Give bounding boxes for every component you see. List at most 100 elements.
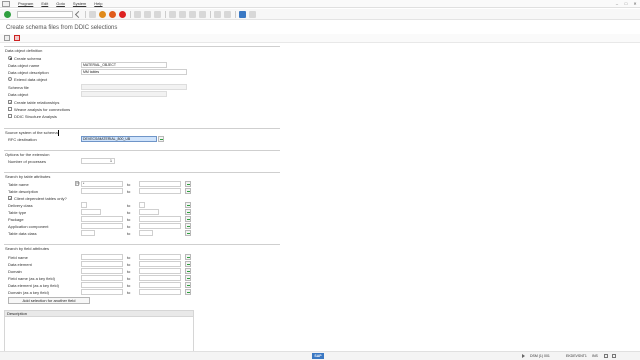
multiple-selection-icon[interactable]	[185, 181, 191, 187]
table-name-from-field[interactable]: *	[81, 181, 123, 187]
rfc-value-help-button[interactable]	[158, 136, 164, 142]
create-schema-radio[interactable]	[8, 56, 12, 60]
new-session-icon[interactable]	[214, 10, 221, 18]
table-type-to-field[interactable]	[139, 209, 159, 215]
table-data-class-from-field[interactable]	[81, 230, 95, 236]
previous-page-icon[interactable]	[179, 10, 186, 18]
table-type-from-field[interactable]	[81, 209, 101, 215]
enter-check-icon[interactable]	[4, 10, 11, 18]
toolbar-separator	[130, 10, 131, 18]
minimize-icon[interactable]: –	[614, 1, 620, 6]
extend-data-object-radio[interactable]	[8, 77, 12, 81]
multiple-selection-icon[interactable]	[185, 209, 191, 215]
sap-menu-icon[interactable]	[2, 0, 10, 7]
multiple-selection-icon[interactable]	[185, 289, 191, 295]
group-title: Search by field attributes	[5, 246, 50, 251]
delivery-class-to-field[interactable]	[139, 202, 145, 208]
execute-icon[interactable]	[4, 35, 10, 41]
menu-system[interactable]: System	[73, 1, 86, 6]
cancel-icon[interactable]	[119, 10, 126, 18]
group-title: Options for the extension	[5, 152, 50, 157]
multiple-selection-icon[interactable]	[185, 188, 191, 194]
field-name-to-field[interactable]	[139, 254, 181, 260]
domain-label: Domain	[8, 269, 22, 274]
save-icon[interactable]	[89, 10, 96, 18]
data-object-field	[81, 91, 167, 97]
ddic-structure-analysis-label: DDIC Structure Analysis	[14, 114, 57, 119]
multiple-selection-icon[interactable]	[185, 216, 191, 222]
multiple-selection-icon[interactable]	[185, 282, 191, 288]
find-next-icon[interactable]	[154, 10, 161, 18]
find-icon[interactable]	[144, 10, 151, 18]
data-object-description-field[interactable]: MM tables	[81, 69, 187, 75]
weave-analysis-checkbox[interactable]	[8, 107, 12, 111]
multiple-selection-icon[interactable]	[185, 268, 191, 274]
field-name-key-to-field[interactable]	[139, 275, 181, 281]
create-table-relationships-checkbox[interactable]	[8, 100, 12, 105]
data-element-to-field[interactable]	[139, 261, 181, 267]
first-page-icon[interactable]	[169, 10, 176, 18]
add-selection-button[interactable]: Add selection for another field	[8, 297, 90, 304]
system-info[interactable]: DSM (1) 001	[530, 354, 550, 358]
back-icon[interactable]	[99, 10, 106, 18]
print-icon[interactable]	[134, 10, 141, 18]
chevron-down-icon[interactable]	[74, 10, 83, 18]
help-icon[interactable]	[239, 10, 246, 18]
application-component-from-field[interactable]	[81, 223, 123, 229]
page-title: Create schema files from DDIC selections	[6, 25, 118, 31]
data-element-from-field[interactable]	[81, 261, 123, 267]
field-name-from-field[interactable]	[81, 254, 123, 260]
command-field[interactable]	[17, 10, 73, 18]
layout-menu-icon[interactable]	[249, 10, 256, 18]
client-dependent-label: Client dependent tables only?	[14, 196, 67, 201]
table-description-to-field[interactable]	[139, 188, 181, 194]
domain-key-label: Domain (as a key field)	[8, 290, 49, 295]
domain-key-from-field[interactable]	[81, 289, 123, 295]
table-name-to-field[interactable]	[139, 181, 181, 187]
last-page-icon[interactable]	[199, 10, 206, 18]
multiple-selection-icon[interactable]	[185, 275, 191, 281]
table-description-from-field[interactable]	[81, 188, 123, 194]
multiple-selection-icon[interactable]	[185, 261, 191, 267]
number-of-processes-field[interactable]: 1	[81, 158, 115, 164]
menu-program[interactable]: Program	[18, 1, 33, 6]
next-page-icon[interactable]	[189, 10, 196, 18]
toolbar-separator	[210, 10, 211, 18]
package-label: Package	[8, 217, 24, 222]
client-dependent-checkbox[interactable]	[8, 196, 12, 201]
shortcut-icon[interactable]	[224, 10, 231, 18]
multiple-selection-icon[interactable]	[185, 230, 191, 236]
multiple-selection-icon[interactable]	[185, 202, 191, 208]
multiple-selection-icon[interactable]	[185, 254, 191, 260]
application-component-to-field[interactable]	[139, 223, 181, 229]
data-element-key-to-field[interactable]	[139, 282, 181, 288]
menu-bar: Program Edit Goto System Help – □ ✕	[0, 0, 640, 8]
rfc-destination-field[interactable]: DEVECS/MATERIAL_800_UB	[81, 136, 157, 142]
maximize-icon[interactable]: □	[623, 1, 629, 6]
menu-help[interactable]: Help	[94, 1, 102, 6]
package-from-field[interactable]	[81, 216, 123, 222]
table-data-class-to-field[interactable]	[139, 230, 153, 236]
ddic-structure-analysis-checkbox[interactable]	[8, 114, 12, 118]
delivery-class-from-field[interactable]	[81, 202, 87, 208]
data-element-key-from-field[interactable]	[81, 282, 123, 288]
menu-goto[interactable]: Goto	[56, 1, 65, 6]
multiple-selection-icon[interactable]	[185, 223, 191, 229]
menu-edit[interactable]: Edit	[41, 1, 48, 6]
domain-to-field[interactable]	[139, 268, 181, 274]
domain-key-to-field[interactable]	[139, 289, 181, 295]
table-name-operator[interactable]: [=]	[75, 181, 79, 186]
exit-icon[interactable]	[109, 10, 116, 18]
create-table-relationships-label: Create table relationships	[14, 100, 60, 105]
to-label: to	[127, 231, 131, 236]
close-icon[interactable]: ✕	[632, 1, 638, 6]
to-label: to	[127, 224, 131, 229]
data-object-name-field[interactable]: MATERIAL_OBJECT	[81, 62, 167, 68]
package-to-field[interactable]	[139, 216, 181, 222]
domain-from-field[interactable]	[81, 268, 123, 274]
to-label: to	[127, 210, 131, 215]
play-arrow-icon[interactable]	[522, 354, 525, 358]
insert-mode: INS	[592, 354, 598, 358]
field-name-key-from-field[interactable]	[81, 275, 123, 281]
variant-icon[interactable]	[14, 35, 20, 41]
